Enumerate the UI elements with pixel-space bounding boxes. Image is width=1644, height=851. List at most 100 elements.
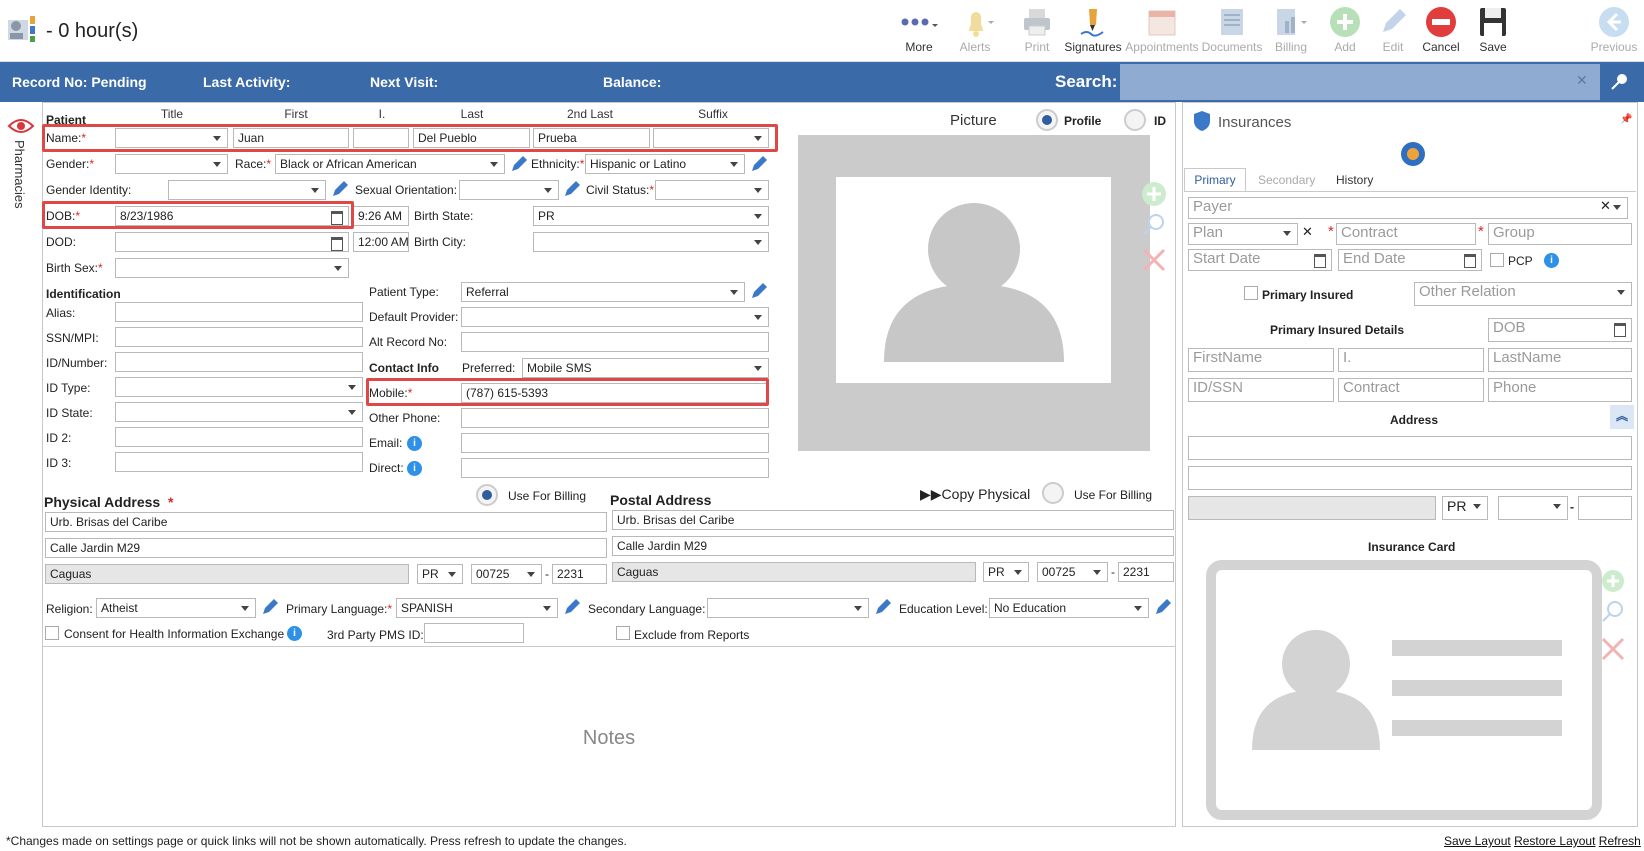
restore-layout-link[interactable]: Restore Layout — [1514, 834, 1595, 848]
add-picture-icon[interactable] — [1140, 180, 1168, 208]
documents-button[interactable]: Documents — [1200, 4, 1264, 54]
patient-type-edit-pencil-icon[interactable] — [750, 282, 768, 300]
email-info-icon[interactable]: i — [407, 436, 422, 451]
physical-state-select[interactable]: PR — [417, 564, 463, 584]
postal-use-billing-radio[interactable] — [1042, 482, 1064, 504]
id-radio[interactable] — [1124, 109, 1146, 131]
civil-status-select[interactable] — [655, 180, 769, 200]
physical-zip-select[interactable]: 00725 — [471, 564, 542, 584]
delete-card-icon[interactable] — [1600, 636, 1626, 662]
notes-area[interactable]: Notes — [43, 646, 1175, 826]
postal-line2-input[interactable]: Calle Jardin M29 — [612, 536, 1174, 556]
dob-time-input[interactable]: 9:26 AM — [353, 206, 409, 226]
insurance-address-line2[interactable] — [1188, 466, 1632, 490]
email-input[interactable] — [461, 433, 769, 453]
default-provider-select[interactable] — [461, 307, 769, 327]
copy-physical-button[interactable]: ▶▶Copy Physical — [920, 486, 1030, 503]
physical-zip4-input[interactable]: 2231 — [552, 564, 607, 584]
insured-phone-input[interactable]: Phone — [1488, 378, 1632, 402]
id-state-select[interactable] — [115, 402, 363, 422]
postal-city-input[interactable]: Caguas — [612, 562, 976, 582]
secondary-language-edit-pencil-icon[interactable] — [874, 598, 892, 616]
postal-state-select[interactable]: PR — [983, 562, 1029, 582]
sexual-orientation-edit-pencil-icon[interactable] — [563, 180, 581, 198]
id2-input[interactable] — [115, 427, 363, 447]
primary-language-select[interactable]: SPANISH — [396, 598, 558, 618]
race-edit-pencil-icon[interactable] — [510, 155, 528, 173]
dod-date-input[interactable] — [115, 232, 349, 252]
print-button[interactable]: Print — [1008, 4, 1066, 54]
id-number-input[interactable] — [115, 352, 363, 372]
billing-button[interactable]: Billing — [1262, 4, 1320, 54]
pcp-checkbox[interactable] — [1490, 253, 1504, 267]
primary-insured-checkbox[interactable] — [1244, 286, 1258, 300]
insured-id-ssn-input[interactable]: ID/SSN — [1188, 378, 1334, 402]
physical-line2-input[interactable]: Calle Jardin M29 — [45, 538, 607, 558]
id-type-select[interactable] — [115, 377, 363, 397]
start-date-input[interactable]: Start Date — [1188, 249, 1332, 271]
insured-initial-input[interactable]: I. — [1338, 348, 1484, 372]
insured-firstname-input[interactable]: FirstName — [1188, 348, 1334, 372]
insured-contract-input[interactable]: Contract — [1338, 378, 1484, 402]
id3-input[interactable] — [115, 452, 363, 472]
insurance-zip-select[interactable] — [1498, 496, 1568, 520]
collapse-chevron-icon[interactable]: ︽ — [1610, 405, 1634, 429]
other-relation-select[interactable]: Other Relation — [1414, 282, 1632, 306]
pin-icon[interactable] — [1604, 68, 1634, 96]
birth-state-select[interactable]: PR — [533, 206, 769, 226]
preferred-contact-select[interactable]: Mobile SMS — [522, 358, 769, 378]
postal-zip-select[interactable]: 00725 — [1037, 562, 1108, 582]
pcp-info-icon[interactable]: i — [1544, 253, 1559, 268]
delete-picture-icon[interactable] — [1140, 246, 1168, 274]
exclude-reports-checkbox[interactable] — [616, 626, 630, 640]
education-edit-pencil-icon[interactable] — [1154, 598, 1172, 616]
save-button[interactable]: Save — [1464, 4, 1522, 54]
physical-city-input[interactable]: Caguas — [45, 564, 409, 584]
payer-select[interactable]: Payer — [1188, 197, 1628, 219]
more-button[interactable]: More — [890, 4, 948, 54]
previous-button[interactable]: Previous — [1584, 4, 1644, 54]
search-input[interactable] — [1120, 64, 1600, 100]
religion-edit-pencil-icon[interactable] — [261, 598, 279, 616]
profile-radio[interactable] — [1036, 109, 1058, 131]
consent-info-icon[interactable]: i — [287, 626, 302, 641]
secondary-language-select[interactable] — [707, 598, 869, 618]
third-party-input[interactable] — [424, 623, 524, 643]
alias-input[interactable] — [115, 302, 363, 322]
signatures-button[interactable]: Signatures — [1062, 4, 1124, 54]
physical-line1-input[interactable]: Urb. Brisas del Caribe — [45, 512, 607, 532]
cancel-button[interactable]: Cancel — [1412, 4, 1470, 54]
eye-icon[interactable] — [6, 112, 36, 140]
ethnicity-select[interactable]: Hispanic or Latino — [585, 154, 745, 174]
plan-select[interactable]: Plan — [1188, 223, 1298, 245]
group-input[interactable]: Group — [1488, 223, 1632, 245]
direct-info-icon[interactable]: i — [407, 461, 422, 476]
tab-primary[interactable]: Primary — [1184, 168, 1246, 192]
primary-language-edit-pencil-icon[interactable] — [563, 598, 581, 616]
gender-identity-edit-pencil-icon[interactable] — [331, 180, 349, 198]
contract-input[interactable]: Contract — [1336, 223, 1476, 245]
zoom-picture-icon[interactable] — [1140, 210, 1168, 238]
ssn-input[interactable] — [115, 327, 363, 347]
zoom-card-icon[interactable] — [1600, 598, 1626, 624]
alt-record-input[interactable] — [461, 332, 769, 352]
pharmacies-tab[interactable]: Pharmacies — [12, 140, 27, 209]
sexual-orientation-select[interactable] — [459, 180, 559, 200]
insured-lastname-input[interactable]: LastName — [1488, 348, 1632, 372]
insurance-zip4-input[interactable] — [1578, 496, 1632, 520]
dod-time-input[interactable]: 12:00 AM — [353, 232, 409, 252]
insurance-address-line1[interactable] — [1188, 436, 1632, 460]
panel-pin-icon[interactable]: 📌 — [1620, 114, 1632, 125]
alerts-button[interactable]: Alerts — [946, 4, 1004, 54]
race-select[interactable]: Black or African American — [275, 154, 505, 174]
insurance-state-select[interactable]: PR — [1442, 496, 1488, 520]
postal-line1-input[interactable]: Urb. Brisas del Caribe — [612, 510, 1174, 530]
ethnicity-edit-pencil-icon[interactable] — [750, 155, 768, 173]
save-layout-link[interactable]: Save Layout — [1444, 834, 1511, 848]
refresh-link[interactable]: Refresh — [1599, 834, 1641, 848]
postal-zip4-input[interactable]: 2231 — [1118, 562, 1174, 582]
patient-type-select[interactable]: Referral — [461, 282, 745, 302]
gender-select[interactable] — [115, 154, 228, 174]
consent-checkbox[interactable] — [45, 626, 59, 640]
appointments-button[interactable]: Appointments — [1124, 4, 1200, 54]
